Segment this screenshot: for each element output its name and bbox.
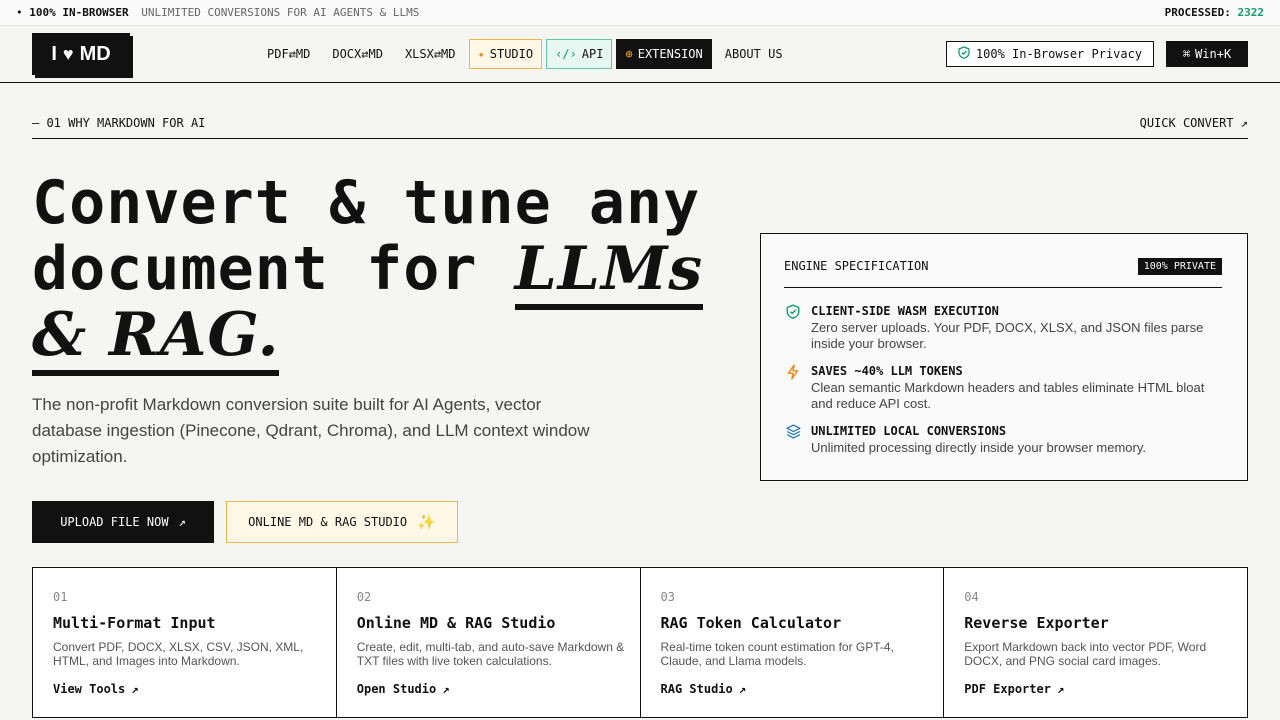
ribbon-highlight: 100% IN-BROWSER: [29, 6, 129, 19]
card-number: 03: [660, 590, 675, 604]
nav-extension-label: EXTENSION: [637, 47, 703, 61]
top-ribbon: • 100% IN-BROWSER UNLIMITED CONVERSIONS …: [0, 0, 1280, 26]
shortcut-label: Win+K: [1195, 47, 1232, 61]
card-number: 02: [356, 590, 372, 604]
nav-link-pdf-md[interactable]: PDF⇄MD: [258, 39, 319, 69]
nav-link-xlsx-md[interactable]: XLSX⇄MD: [396, 39, 465, 69]
nav-link-about[interactable]: ABOUT US: [716, 39, 792, 69]
card-number: 01: [53, 590, 68, 604]
card-desc: Convert PDF, DOCX, XLSX, CSV, JSON, XML,…: [53, 640, 304, 668]
heart-icon: ♥: [62, 43, 74, 64]
logo-suffix: MD: [79, 42, 111, 65]
arrow-up-right-icon: ↗: [738, 682, 746, 696]
arrow-up-right-icon: ↗: [131, 682, 139, 696]
studio-button-label: ONLINE MD & RAG STUDIO: [248, 515, 408, 529]
card-link[interactable]: Open Studio ↗: [357, 682, 450, 696]
card-link-label: Open Studio: [356, 682, 437, 696]
private-badge: 100% PRIVATE: [1137, 258, 1222, 275]
card-link[interactable]: View Tools ↗: [53, 682, 138, 696]
feature-card: 04 Reverse Exporter Export Markdown back…: [944, 568, 1247, 717]
section-label: — 01 WHY MARKDOWN FOR AI: [32, 116, 206, 130]
card-title: Multi-Format Input: [53, 614, 216, 632]
processed-counter: PROCESSED: 2322: [1165, 6, 1264, 19]
open-studio-button[interactable]: ONLINE MD & RAG STUDIO ✨: [226, 501, 458, 543]
arrow-up-right-icon: ↗: [1056, 682, 1065, 696]
nav-studio-label: STUDIO: [489, 47, 534, 61]
card-title: Reverse Exporter: [964, 614, 1109, 632]
spec-feature-desc: Zero server uploads. Your PDF, DOCX, XLS…: [811, 320, 1204, 351]
command-icon: ⌘: [1182, 47, 1191, 61]
layers-icon: [784, 424, 802, 443]
feature-card: 03 RAG Token Calculator Real-time token …: [640, 568, 945, 717]
arrow-up-right-icon: ↗: [1240, 116, 1248, 130]
card-link[interactable]: PDF Exporter ↗: [964, 682, 1064, 696]
spec-title: ENGINE SPECIFICATION: [784, 259, 929, 273]
card-title: Online MD & RAG Studio: [356, 614, 556, 632]
card-desc: Real-time token count estimation for GPT…: [660, 640, 894, 668]
spec-feature-title: CLIENT-SIDE WASM EXECUTION: [811, 304, 999, 318]
nav-api-label: API: [581, 47, 604, 61]
lightning-icon: [784, 364, 802, 384]
hero-title: Convert & tune any document for LLMs & R…: [32, 170, 752, 376]
spec-feature-desc: Clean semantic Markdown headers and tabl…: [811, 380, 1205, 411]
shield-check-icon: [784, 304, 802, 323]
ribbon-tagline: UNLIMITED CONVERSIONS FOR AI AGENTS & LL…: [141, 6, 420, 19]
arrow-up-right-icon: ↗: [442, 682, 450, 696]
upload-file-button[interactable]: UPLOAD FILE NOW ↗: [32, 501, 214, 543]
code-icon: ‹/›: [555, 47, 577, 61]
shield-check-icon: [958, 46, 970, 62]
card-link-label: PDF Exporter: [964, 682, 1051, 696]
feature-card: 01 Multi-Format Input Convert PDF, DOCX,…: [33, 568, 337, 717]
privacy-badge[interactable]: 100% In-Browser Privacy: [946, 41, 1154, 67]
quick-convert-label: QUICK CONVERT: [1139, 116, 1234, 130]
ribbon-bullet: •: [16, 6, 23, 19]
card-desc: Create, edit, multi-tab, and auto-save M…: [356, 640, 625, 668]
nav-api-button[interactable]: ‹/› API: [546, 39, 613, 69]
hero-subtitle: The non-profit Markdown conversion suite…: [32, 395, 590, 466]
privacy-label: 100% In-Browser Privacy: [975, 47, 1143, 61]
main-nav: I ♥ MD PDF⇄MD DOCX⇄MD XLSX⇄MD ✦ STUDIO ‹…: [0, 26, 1280, 83]
ribbon-left: • 100% IN-BROWSER UNLIMITED CONVERSIONS …: [16, 6, 419, 19]
card-desc: Export Markdown back into vector PDF, Wo…: [964, 640, 1207, 668]
card-link[interactable]: RAG Studio ↗: [661, 682, 746, 696]
quick-convert-link[interactable]: QUICK CONVERT ↗: [1140, 116, 1248, 130]
spec-feature-title: UNLIMITED LOCAL CONVERSIONS: [811, 424, 1007, 438]
card-link-label: View Tools: [53, 682, 126, 696]
spec-feature-title: SAVES ~40% LLM TOKENS: [811, 364, 963, 378]
card-link-label: RAG Studio: [660, 682, 733, 696]
logo-prefix: I: [51, 42, 57, 65]
processed-label: PROCESSED:: [1164, 6, 1231, 19]
arrow-up-right-icon: ↗: [178, 515, 186, 529]
sparkle-icon: ✦: [477, 47, 485, 61]
spec-feature-desc: Unlimited processing directly inside you…: [811, 440, 1146, 455]
spec-header: ENGINE SPECIFICATION 100% PRIVATE: [784, 257, 1222, 288]
section-header: — 01 WHY MARKDOWN FOR AI QUICK CONVERT ↗: [32, 113, 1248, 139]
command-palette-button[interactable]: ⌘ Win+K: [1166, 41, 1248, 67]
logo[interactable]: I ♥ MD: [32, 33, 130, 75]
card-title: RAG Token Calculator: [660, 614, 842, 632]
nav-studio-button[interactable]: ✦ STUDIO: [468, 39, 543, 69]
sparkle-icon: ✨: [417, 513, 436, 531]
upload-label: UPLOAD FILE NOW: [60, 515, 169, 529]
card-number: 04: [964, 590, 979, 604]
feature-card: 02 Online MD & RAG Studio Create, edit, …: [336, 568, 641, 717]
processed-count: 2322: [1237, 6, 1265, 19]
feature-cards: 01 Multi-Format Input Convert PDF, DOCX,…: [32, 567, 1248, 718]
nav-extension-button[interactable]: ⊕ EXTENSION: [616, 39, 712, 69]
globe-icon: ⊕: [625, 47, 633, 61]
nav-links: PDF⇄MD DOCX⇄MD XLSX⇄MD ✦ STUDIO ‹/› API …: [258, 39, 792, 69]
nav-link-docx-md[interactable]: DOCX⇄MD: [323, 39, 392, 69]
